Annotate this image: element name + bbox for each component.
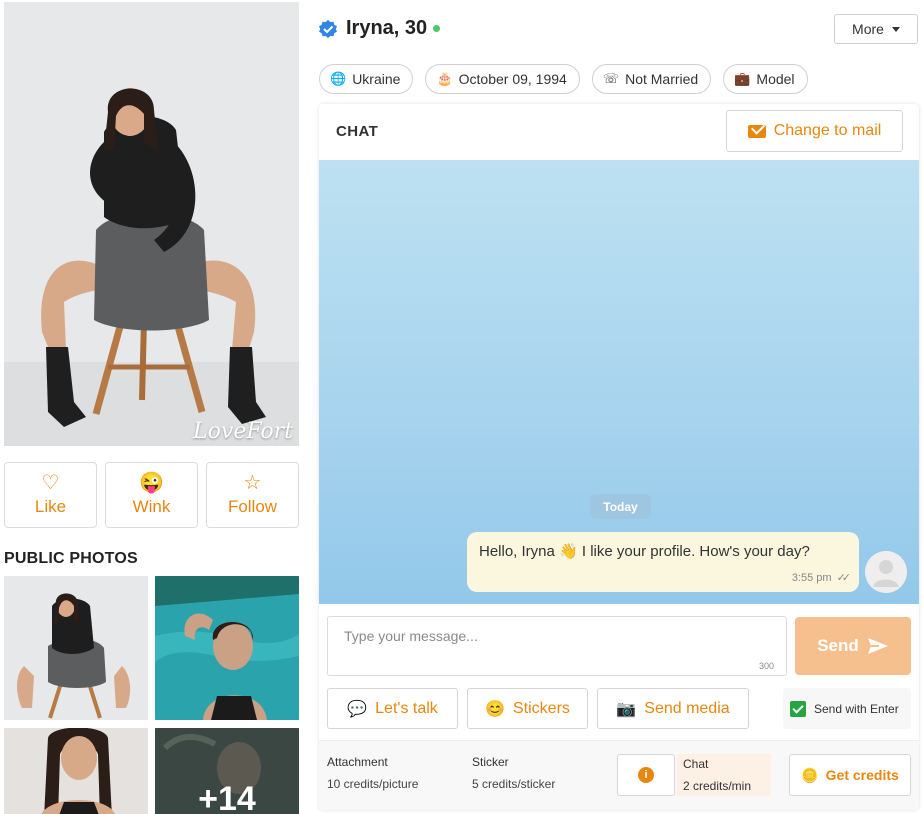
message-text: Hello, Iryna 👋 I like your profile. How'… [479, 543, 810, 560]
heart-icon: ♡ [41, 472, 60, 494]
online-status-dot [433, 25, 441, 32]
star-icon: ☆ [243, 472, 262, 494]
send-with-enter-checkbox[interactable] [790, 700, 806, 717]
thumbnail-illustration [4, 728, 148, 814]
like-label: Like [34, 497, 67, 516]
send-with-enter-option[interactable]: Send with Enter [783, 688, 911, 729]
get-credits-label: Get credits [825, 767, 899, 783]
public-photos-grid: +14 [4, 576, 299, 814]
public-photo-thumbnail[interactable] [4, 728, 148, 814]
message-time: 3:55 pm [791, 571, 832, 584]
occupation-chip: 💼 Model [723, 64, 808, 94]
public-photos-more[interactable]: +14 [155, 728, 299, 814]
profile-actions: ♡ Like 😜 Wink ☆ Follow [4, 462, 299, 528]
globe-icon: 🌐 [330, 71, 347, 86]
birthday-label: October 09, 1994 [458, 71, 567, 87]
public-photos-title: PUBLIC PHOTOS [4, 550, 138, 567]
public-photo-thumbnail[interactable] [4, 576, 148, 720]
sticker-price-value: 5 credits/sticker [472, 777, 556, 791]
send-media-button[interactable]: 📷 Send media [597, 688, 749, 729]
wink-emoji-icon: 😜 [139, 472, 164, 494]
chat-title: CHAT [336, 123, 379, 140]
chat-panel: CHAT Change to mail Today Hello, Iryna 👋… [319, 104, 919, 810]
chat-messages-area[interactable]: Today Hello, Iryna 👋 I like your profile… [319, 160, 919, 604]
day-separator: Today [590, 494, 651, 519]
attachment-price-value: 10 credits/picture [327, 777, 419, 791]
chat-tools: 💬 Let's talk 😊 Stickers 📷 Send media [327, 688, 749, 729]
wink-button[interactable]: 😜 Wink [105, 462, 198, 528]
occupation-label: Model [756, 71, 795, 87]
country-label: Ukraine [352, 71, 401, 87]
thumbnail-illustration [155, 576, 299, 720]
smile-sticker-icon: 😊 [485, 700, 505, 718]
avatar-placeholder-icon [865, 551, 907, 593]
hi-bubble-icon: 💬 [347, 700, 368, 718]
envelope-icon [747, 124, 766, 138]
thumbnail-illustration [4, 576, 148, 720]
cake-icon: 🎂 [436, 71, 453, 86]
follow-button[interactable]: ☆ Follow [206, 462, 299, 528]
info-icon: i [638, 767, 654, 783]
send-with-enter-label: Send with Enter [814, 701, 899, 716]
message-composer: 300 [327, 616, 787, 676]
profile-header: Iryna, 30 [318, 17, 441, 40]
message-input[interactable] [328, 617, 786, 675]
message-bubble: Hello, Iryna 👋 I like your profile. How'… [467, 532, 859, 592]
stickers-label: Stickers [513, 699, 570, 717]
profile-page: LoveFort ♡ Like 😜 Wink ☆ Follow PUBLIC P… [0, 0, 924, 814]
chat-price-name: Chat [683, 757, 709, 771]
change-to-mail-label: Change to mail [773, 122, 882, 139]
char-limit: 300 [758, 661, 774, 671]
more-label: More [852, 21, 884, 37]
lets-talk-label: Let's talk [375, 699, 438, 717]
marital-status-label: Not Married [625, 71, 699, 87]
send-media-label: Send media [644, 699, 730, 717]
profile-info-chips: 🌐 Ukraine 🎂 October 09, 1994 ☏ Not Marri… [319, 64, 808, 94]
sticker-price: Sticker 5 credits/sticker [472, 755, 555, 791]
country-chip: 🌐 Ukraine [319, 64, 414, 94]
pricing-info-button[interactable]: i [617, 754, 675, 796]
marital-status-chip: ☏ Not Married [591, 64, 712, 94]
stickers-button[interactable]: 😊 Stickers [467, 688, 588, 729]
more-photos-count: +14 [198, 780, 256, 814]
lets-talk-button[interactable]: 💬 Let's talk [327, 688, 458, 729]
attachment-price: Attachment 10 credits/picture [327, 755, 418, 791]
attachment-price-name: Attachment [327, 755, 388, 769]
rings-icon: ☏ [602, 71, 620, 86]
watermark: LoveFort [193, 419, 293, 444]
more-dropdown-button[interactable]: More [834, 14, 918, 44]
photo-illustration [4, 2, 299, 446]
chat-price: Chat 2 credits/min [677, 754, 771, 796]
public-photo-thumbnail[interactable] [155, 576, 299, 720]
main-profile-photo[interactable]: LoveFort [4, 2, 299, 446]
chat-price-value: 2 credits/min [683, 779, 752, 793]
message-meta: 3:55 pm ✓✓ [791, 571, 852, 585]
get-credits-button[interactable]: 🪙 Get credits [789, 754, 911, 796]
birthday-chip: 🎂 October 09, 1994 [425, 64, 580, 94]
follow-label: Follow [227, 497, 278, 516]
sender-avatar [865, 551, 907, 593]
send-label: Send [817, 636, 859, 655]
sticker-price-name: Sticker [472, 755, 509, 769]
coins-icon: 🪙 [801, 766, 819, 783]
read-ticks-icon: ✓✓ [836, 572, 852, 584]
chat-header: CHAT Change to mail [319, 104, 919, 160]
chat-pricing-footer: Attachment 10 credits/picture Sticker 5 … [319, 740, 919, 810]
briefcase-icon: 💼 [734, 71, 751, 86]
camera-icon: 📷 [616, 700, 637, 718]
send-arrow-icon [867, 638, 888, 654]
caret-down-icon [891, 26, 900, 32]
verified-badge-icon [319, 19, 337, 38]
send-button[interactable]: Send [795, 617, 911, 675]
like-button[interactable]: ♡ Like [4, 462, 97, 528]
change-to-mail-button[interactable]: Change to mail [726, 110, 903, 152]
profile-name: Iryna, 30 [346, 17, 428, 39]
wink-label: Wink [132, 497, 171, 516]
